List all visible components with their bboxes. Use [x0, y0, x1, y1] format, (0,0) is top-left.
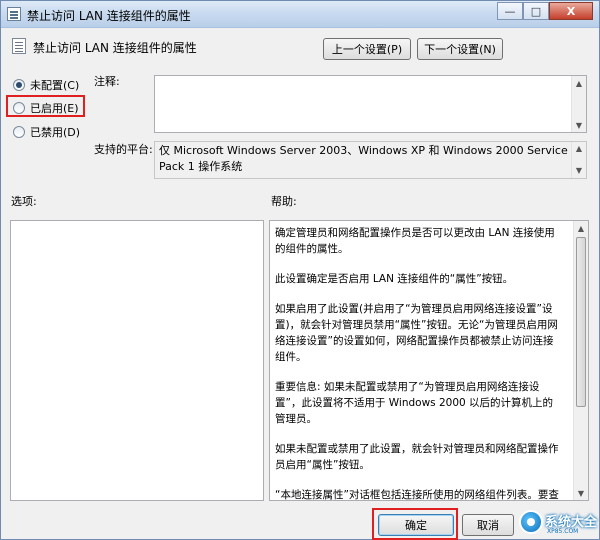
platform-field: 仅 Microsoft Windows Server 2003、Windows … — [154, 141, 587, 179]
help-paragraph: “本地连接属性”对话框包括连接所使用的网络组件列表。要查看或更改组件的属性，请单… — [275, 489, 559, 501]
scroll-up-icon[interactable]: ▲ — [574, 221, 588, 235]
site-logo-icon — [519, 510, 543, 534]
policy-icon — [7, 7, 21, 21]
help-paragraph: 重要信息: 如果未配置或禁用了“为管理员启用网络连接设置”，此设置将不适用于 W… — [275, 381, 554, 425]
platform-label: 支持的平台: — [94, 143, 153, 156]
setting-title: 禁止访问 LAN 连接组件的属性 — [33, 41, 197, 55]
radio-disabled[interactable]: 已禁用(D) — [13, 124, 80, 140]
next-setting-button[interactable]: 下一个设置(N) — [417, 38, 503, 60]
radio-not-configured-label: 未配置(C) — [30, 79, 80, 92]
scroll-up-icon[interactable]: ▲ — [572, 142, 586, 156]
scroll-down-icon[interactable]: ▼ — [572, 118, 586, 132]
comment-field[interactable]: ▲ ▼ — [154, 75, 587, 133]
radio-disabled-control[interactable] — [13, 126, 25, 138]
scroll-up-icon[interactable]: ▲ — [572, 76, 586, 90]
close-icon[interactable]: X — [549, 2, 593, 20]
help-scrollbar[interactable]: ▲ ▼ — [573, 221, 588, 500]
maximize-icon[interactable]: □ — [523, 2, 549, 20]
setting-icon — [12, 38, 26, 54]
highlight-ok-box — [372, 508, 458, 540]
platform-scrollbar[interactable]: ▲ ▼ — [571, 142, 586, 178]
window-controls: — □ X — [497, 2, 593, 20]
scroll-down-icon[interactable]: ▼ — [574, 486, 588, 500]
radio-disabled-label: 已禁用(D) — [30, 126, 81, 139]
watermark-url: XP85.COM — [547, 528, 579, 535]
site-watermark: 系统大全 XP85.COM — [515, 509, 597, 537]
minimize-icon[interactable]: — — [497, 2, 523, 20]
help-paragraph: 如果启用了此设置(并启用了“为管理员启用网络连接设置”设置)，就会针对管理员禁用… — [275, 303, 558, 363]
properties-dialog: 禁止访问 LAN 连接组件的属性 — □ X 禁止访问 LAN 连接组件的属性 … — [0, 0, 600, 540]
prev-setting-button[interactable]: 上一个设置(P) — [323, 38, 411, 60]
help-panel: 确定管理员和网络配置操作员是否可以更改由 LAN 连接使用的组件的属性。 此设置… — [269, 220, 589, 501]
options-label: 选项: — [11, 195, 37, 208]
comment-label: 注释: — [94, 75, 120, 88]
scroll-down-icon[interactable]: ▼ — [572, 164, 586, 178]
window-title: 禁止访问 LAN 连接组件的属性 — [27, 9, 191, 23]
cancel-button[interactable]: 取消 — [462, 514, 514, 536]
help-paragraph: 此设置确定是否启用 LAN 连接组件的“属性”按钮。 — [275, 273, 514, 285]
help-scroll-thumb[interactable] — [576, 237, 586, 407]
title-bar[interactable]: 禁止访问 LAN 连接组件的属性 — □ X — [1, 1, 599, 28]
radio-not-configured[interactable]: 未配置(C) — [13, 77, 79, 93]
help-paragraph: 确定管理员和网络配置操作员是否可以更改由 LAN 连接使用的组件的属性。 — [275, 227, 555, 255]
platform-text: 仅 Microsoft Windows Server 2003、Windows … — [159, 144, 568, 173]
help-text: 确定管理员和网络配置操作员是否可以更改由 LAN 连接使用的组件的属性。 此设置… — [275, 225, 563, 501]
highlight-enabled-box — [6, 95, 85, 117]
comment-scrollbar[interactable]: ▲ ▼ — [571, 76, 586, 132]
radio-not-configured-control[interactable] — [13, 79, 25, 91]
help-paragraph: 如果未配置或禁用了此设置，就会针对管理员和网络配置操作员启用“属性”按钮。 — [275, 443, 559, 471]
options-panel — [10, 220, 264, 501]
help-label: 帮助: — [271, 195, 297, 208]
